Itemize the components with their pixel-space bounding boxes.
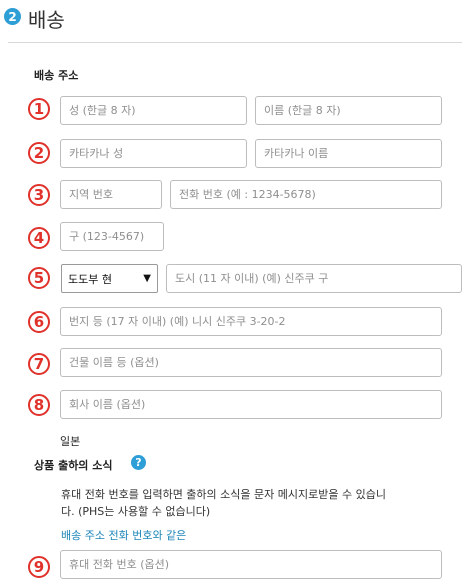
section-title: 배송 — [28, 8, 65, 32]
notice-description-line1: 휴대 전화 번호를 입력하면 출하의 소식을 문자 메시지로받을 수 있습니 — [61, 488, 386, 501]
prefecture-select-value: 도도부 현 — [68, 272, 112, 286]
area-code-input[interactable] — [60, 180, 162, 209]
chevron-down-icon: ▼ — [143, 273, 151, 284]
marker-9: 9 — [28, 556, 50, 578]
marker-1: 1 — [28, 98, 50, 120]
marker-4: 4 — [28, 227, 50, 249]
marker-8: 8 — [28, 394, 50, 416]
marker-3: 3 — [28, 184, 50, 206]
postal-code-input[interactable] — [60, 222, 164, 251]
given-name-input[interactable] — [255, 96, 442, 125]
shipping-notice-title: 상품 출하의 소식 — [34, 459, 113, 472]
step-number-badge: 2 — [4, 8, 21, 25]
address-label: 배송 주소 — [34, 69, 79, 82]
phone-input[interactable] — [170, 180, 442, 209]
marker-7: 7 — [28, 353, 50, 375]
header-divider — [8, 42, 462, 43]
street-address-input[interactable] — [60, 307, 442, 336]
building-input[interactable] — [60, 348, 442, 377]
same-as-shipping-phone-link[interactable]: 배송 주소 전화 번호와 같은 — [61, 527, 186, 543]
city-input[interactable] — [166, 264, 462, 293]
notice-description-line2: 다. (PHS는 사용할 수 없습니다) — [61, 505, 211, 518]
country-text: 일본 — [60, 435, 81, 448]
katakana-surname-input[interactable] — [60, 139, 247, 168]
company-input[interactable] — [60, 390, 442, 419]
marker-5: 5 — [28, 267, 50, 289]
help-icon[interactable]: ? — [131, 455, 146, 470]
katakana-given-name-input[interactable] — [255, 139, 442, 168]
surname-input[interactable] — [60, 96, 247, 125]
marker-6: 6 — [28, 311, 50, 333]
mobile-phone-input[interactable] — [60, 550, 442, 579]
marker-2: 2 — [28, 142, 50, 164]
prefecture-select[interactable]: 도도부 현 ▼ — [61, 264, 158, 293]
